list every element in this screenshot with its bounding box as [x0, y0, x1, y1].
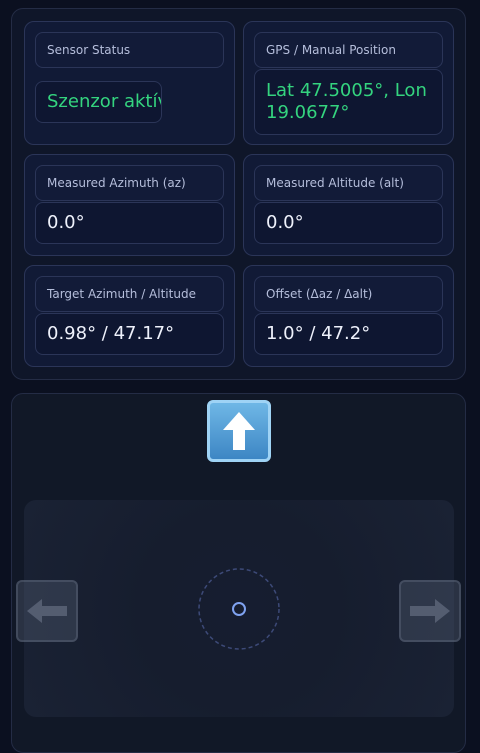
target-value: 0.98° / 47.17° — [35, 313, 224, 355]
arrow-up-icon — [223, 412, 255, 450]
arrow-right-icon — [410, 599, 450, 623]
gps-position-card: GPS / Manual Position Lat 47.5005°, Lon … — [243, 21, 454, 145]
gps-position-value: Lat 47.5005°, Lon 19.0677° — [254, 69, 443, 135]
sensor-status-card: Sensor Status Szenzor aktív — [24, 21, 235, 145]
move-up-button[interactable] — [207, 400, 271, 462]
joystick-area[interactable] — [24, 500, 454, 717]
measured-altitude-value: 0.0° — [254, 202, 443, 244]
measured-azimuth-card: Measured Azimuth (az) 0.0° — [24, 154, 235, 256]
move-left-button[interactable] — [16, 580, 78, 642]
measured-altitude-card: Measured Altitude (alt) 0.0° — [243, 154, 454, 256]
measured-altitude-label: Measured Altitude (alt) — [254, 165, 443, 201]
gps-position-label: GPS / Manual Position — [254, 32, 443, 68]
offset-card: Offset (Δaz / Δalt) 1.0° / 47.2° — [243, 265, 454, 367]
offset-label: Offset (Δaz / Δalt) — [254, 276, 443, 312]
measured-azimuth-label: Measured Azimuth (az) — [35, 165, 224, 201]
target-card: Target Azimuth / Altitude 0.98° / 47.17° — [24, 265, 235, 367]
target-ring-icon — [198, 568, 280, 650]
sensor-status-label: Sensor Status — [35, 32, 224, 68]
arrow-left-icon — [27, 599, 67, 623]
sensor-status-value: Szenzor aktív — [35, 81, 162, 123]
offset-value: 1.0° / 47.2° — [254, 313, 443, 355]
measured-azimuth-value: 0.0° — [35, 202, 224, 244]
target-label: Target Azimuth / Altitude — [35, 276, 224, 312]
move-right-button[interactable] — [399, 580, 461, 642]
